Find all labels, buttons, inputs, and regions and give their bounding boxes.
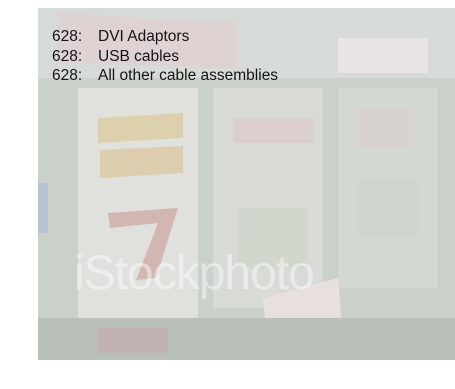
caption-code: 628: [52, 28, 83, 45]
caption-text: DVI Adaptors [98, 28, 190, 45]
caption-text: USB cables [98, 47, 179, 65]
caption-item-dvi: 628: DVI Adaptors [52, 27, 278, 47]
caption-code: 628: [52, 47, 83, 65]
istockphoto-watermark: iStockphoto [74, 247, 315, 300]
caption-item-usb: 628: USB cables [52, 47, 278, 67]
image-frame: iStockphoto 628: DVI Adaptors 628: USB cab… [38, 8, 455, 360]
caption-list: 628: DVI Adaptors 628: USB cables 628: All … [52, 27, 278, 86]
caption-code: 628: [52, 67, 83, 84]
caption-item-other: 628: All other cable assemblies [52, 66, 278, 86]
caption-text: All other cable assemblies [98, 67, 279, 84]
